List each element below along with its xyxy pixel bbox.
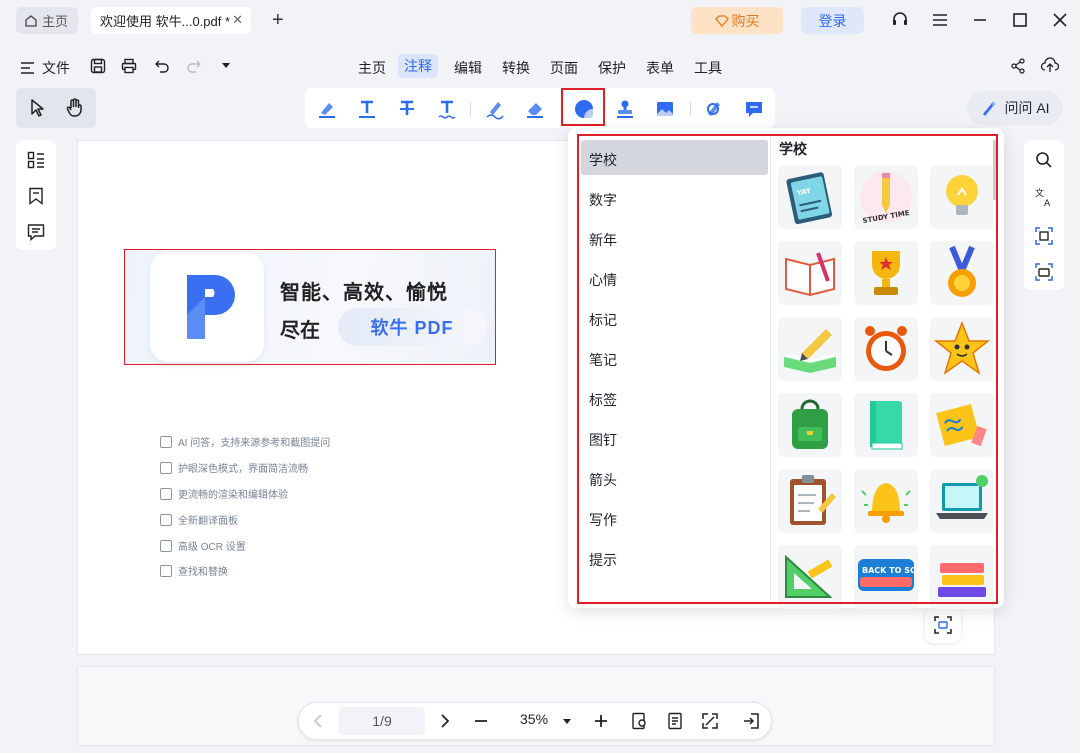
- page-layout-icon[interactable]: [665, 711, 685, 731]
- tab-home-label: 主页: [42, 14, 69, 29]
- redo-icon[interactable]: [186, 58, 202, 74]
- squiggly-tool-icon[interactable]: [436, 98, 458, 120]
- slogan-line2: 尽在: [280, 320, 320, 342]
- menu-tools[interactable]: 工具: [694, 58, 722, 78]
- menu-protect[interactable]: 保护: [598, 58, 626, 78]
- comments-panel-icon[interactable]: [27, 223, 45, 241]
- product-name-pill: 软牛 PDF: [338, 308, 486, 346]
- feature-icon: [160, 487, 172, 500]
- feature-item: 更流畅的渲染和编辑体验: [160, 486, 288, 501]
- feature-icon: [160, 435, 172, 448]
- feature-icon: [160, 564, 172, 577]
- stamp-tool-icon[interactable]: [614, 98, 636, 120]
- page-number-input[interactable]: 1/9: [339, 707, 425, 735]
- buy-button[interactable]: 购买: [691, 7, 783, 34]
- menu-edit[interactable]: 编辑: [454, 58, 482, 78]
- feature-icon: [160, 513, 172, 526]
- minimize-icon[interactable]: [970, 10, 990, 30]
- svg-text:A: A: [1044, 199, 1051, 207]
- hamburger-icon: [20, 61, 36, 75]
- bookmark-icon[interactable]: [28, 187, 44, 205]
- reading-mode-icon[interactable]: [630, 711, 650, 731]
- feature-text: 护眼深色模式，界面简洁流畅: [178, 464, 308, 475]
- text-underline-tool-icon[interactable]: [356, 98, 378, 120]
- presentation-icon[interactable]: [741, 711, 761, 731]
- file-menu-label: 文件: [42, 60, 70, 76]
- thumbnails-icon[interactable]: [27, 151, 45, 169]
- save-icon[interactable]: [90, 58, 106, 74]
- buy-label: 购买: [731, 12, 760, 29]
- headset-icon[interactable]: [890, 10, 910, 30]
- menu-page[interactable]: 页面: [550, 58, 578, 78]
- menu-icon[interactable]: [930, 10, 950, 30]
- pen-tool-icon[interactable]: [484, 98, 506, 120]
- feature-text: 更流畅的渲染和编辑体验: [178, 490, 288, 501]
- zoom-dropdown-icon[interactable]: [563, 717, 571, 725]
- translate-icon[interactable]: 文A: [1035, 187, 1053, 207]
- menu-convert[interactable]: 转换: [502, 58, 530, 78]
- print-icon[interactable]: [121, 58, 137, 74]
- ask-ai-label: 问问 AI: [1004, 100, 1050, 116]
- feature-item: 全新翻译面板: [160, 512, 238, 527]
- highlight-tool-icon[interactable]: [316, 98, 338, 120]
- eraser-tool-icon[interactable]: [524, 98, 546, 120]
- previous-page-icon[interactable]: [308, 711, 328, 731]
- feature-text: 全新翻译面板: [178, 516, 238, 527]
- floating-capture-button[interactable]: [925, 607, 961, 643]
- menu-home[interactable]: 主页: [358, 58, 386, 78]
- maximize-icon[interactable]: [1010, 10, 1030, 30]
- login-button[interactable]: 登录: [801, 7, 864, 34]
- zoom-level[interactable]: 35%: [520, 711, 548, 727]
- feature-item: 护眼深色模式，界面简洁流畅: [160, 460, 308, 475]
- new-tab-button[interactable]: +: [272, 9, 284, 32]
- crop-icon[interactable]: [1035, 227, 1053, 245]
- signature-tool-icon[interactable]: [703, 98, 725, 120]
- feature-item: 查找和替换: [160, 563, 228, 578]
- feature-text: 查找和替换: [178, 567, 228, 578]
- feature-text: AI 问答，支持来源参考和截图提问: [178, 438, 331, 449]
- cloud-upload-icon[interactable]: [1041, 57, 1059, 73]
- svg-text:文: 文: [1035, 187, 1044, 199]
- sticker-tool-selected: [561, 88, 605, 126]
- file-menu[interactable]: 文件: [20, 58, 70, 78]
- app-logo: [150, 252, 264, 362]
- feature-item: 高级 OCR 设置: [160, 538, 246, 553]
- diamond-icon: [714, 14, 729, 27]
- undo-icon[interactable]: [154, 58, 170, 74]
- ai-sparkle-icon: [980, 99, 998, 117]
- divider: [690, 102, 691, 116]
- home-icon: [24, 14, 38, 28]
- divider: [470, 102, 471, 116]
- quick-access-dropdown-icon[interactable]: [221, 60, 231, 70]
- search-icon[interactable]: [1035, 151, 1053, 169]
- slogan-line1: 智能、高效、愉悦: [280, 282, 448, 304]
- select-cursor-icon[interactable]: [28, 98, 48, 118]
- capture-icon: [934, 616, 952, 634]
- tab-document-label: 欢迎使用 软牛...0.pdf *: [100, 14, 231, 29]
- close-window-icon[interactable]: [1050, 10, 1070, 30]
- fit-page-icon[interactable]: [700, 711, 720, 731]
- feature-icon: [160, 539, 172, 552]
- close-tab-icon[interactable]: ✕: [232, 12, 243, 28]
- comment-tool-icon[interactable]: [743, 98, 765, 120]
- hand-tool-icon[interactable]: [64, 97, 86, 119]
- share-icon[interactable]: [1010, 58, 1026, 74]
- menu-form[interactable]: 表单: [646, 58, 674, 78]
- feature-item: AI 问答，支持来源参考和截图提问: [160, 434, 330, 449]
- feature-icon: [160, 461, 172, 474]
- zoom-in-icon[interactable]: [591, 711, 611, 731]
- screen-capture-icon[interactable]: [1035, 263, 1053, 281]
- feature-text: 高级 OCR 设置: [178, 542, 246, 553]
- tab-home[interactable]: 主页: [16, 7, 78, 34]
- tab-document[interactable]: 欢迎使用 软牛...0.pdf * ✕: [91, 7, 251, 34]
- menu-annotate[interactable]: 注释: [398, 54, 438, 78]
- sticker-popup-highlight: [577, 134, 998, 604]
- next-page-icon[interactable]: [435, 711, 455, 731]
- zoom-out-icon[interactable]: [471, 711, 491, 731]
- strikethrough-tool-icon[interactable]: [396, 98, 418, 120]
- image-tool-icon[interactable]: [654, 98, 676, 120]
- ask-ai-button[interactable]: 问问 AI: [967, 91, 1063, 125]
